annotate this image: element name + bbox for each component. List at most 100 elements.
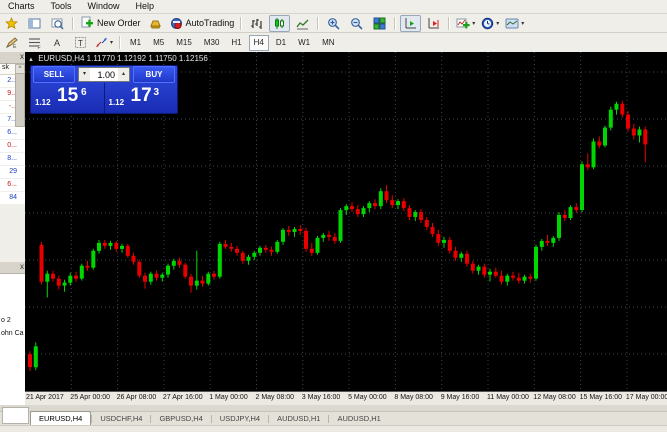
autotrading-button[interactable]: AutoTrading xyxy=(168,15,237,32)
market-watch-titlebar[interactable]: x xyxy=(0,52,25,64)
chart-shift-button[interactable] xyxy=(423,15,444,32)
navigator-tree-item[interactable]: ohn Ca xyxy=(0,327,25,340)
navigator-tree: o 2ohn Ca xyxy=(0,314,25,340)
market-watch-panel: x sk ^ 2...9...-...7...6...0...8...296..… xyxy=(0,52,25,205)
market-watch-row[interactable]: 84 xyxy=(0,192,25,205)
candlestick-chart-icon xyxy=(273,17,286,30)
time-axis[interactable]: 21 Apr 201725 Apr 00:0026 Apr 08:0027 Ap… xyxy=(25,391,667,406)
volume-value[interactable]: 1.00 xyxy=(90,70,118,80)
arrows-tool-button[interactable]: ▾ xyxy=(93,34,115,51)
time-axis-label: 9 May 16:00 xyxy=(441,394,480,401)
close-icon[interactable]: x xyxy=(20,52,24,62)
close-icon[interactable]: x xyxy=(20,262,24,272)
volume-decrease-icon[interactable]: ▾ xyxy=(79,68,90,81)
panel-collapse-icon[interactable]: ▲ xyxy=(28,57,34,63)
time-axis-label: 17 May 00:00 xyxy=(626,394,667,401)
time-axis-label: 11 May 00:00 xyxy=(487,394,529,401)
menu-tools[interactable]: Tools xyxy=(43,0,80,13)
chart-ohlc-text: EURUSD,H4 1.11770 1.12192 1.11750 1.1215… xyxy=(38,54,208,63)
svg-text:F: F xyxy=(38,45,41,49)
timeframe-w1-button[interactable]: W1 xyxy=(293,35,315,51)
timeframe-m15-button[interactable]: M15 xyxy=(171,35,197,51)
sell-button[interactable]: SELL xyxy=(33,66,75,83)
market-watch-row[interactable]: 0... xyxy=(0,140,25,153)
profiles-window-button[interactable] xyxy=(24,15,45,32)
auto-scroll-button[interactable] xyxy=(400,15,421,32)
toolbar-separator xyxy=(317,17,319,30)
market-watch-row[interactable]: 6... xyxy=(0,127,25,140)
templates-button[interactable]: ▾ xyxy=(503,15,526,32)
timeframe-m30-button[interactable]: M30 xyxy=(199,35,225,51)
timeframe-m5-button[interactable]: M5 xyxy=(148,35,169,51)
navigator-panel: x o 2ohn Ca xyxy=(0,262,25,405)
docked-panels-strip: x sk ^ 2...9...-...7...6...0...8...296..… xyxy=(0,52,26,405)
svg-text:A: A xyxy=(54,38,60,48)
timeframe-m1-button[interactable]: M1 xyxy=(125,35,146,51)
volume-stepper[interactable]: ▾ 1.00 ▴ xyxy=(78,67,130,82)
new-order-icon xyxy=(80,16,94,30)
time-axis-label: 26 Apr 08:00 xyxy=(117,394,157,401)
toolbar-separator xyxy=(394,17,396,30)
chart-tab-usdjpy-h4[interactable]: USDJPY,H4 xyxy=(212,412,268,425)
market-watch-row[interactable]: 8... xyxy=(0,153,25,166)
text-label-button[interactable]: T xyxy=(70,34,91,51)
navigator-titlebar[interactable]: x xyxy=(0,262,25,274)
line-chart-button[interactable] xyxy=(292,15,313,32)
zoom-out-icon xyxy=(350,17,363,30)
sell-price-prefix: 1.12 xyxy=(35,98,51,107)
buy-price[interactable]: 1.12 17 3 xyxy=(105,83,178,113)
time-axis-label: 2 May 08:00 xyxy=(256,394,295,401)
menu-help[interactable]: Help xyxy=(128,0,163,13)
zoom-out-button[interactable] xyxy=(346,15,367,32)
menu-charts[interactable]: Charts xyxy=(0,0,43,13)
chevron-down-icon[interactable]: ▾ xyxy=(472,20,475,27)
chevron-down-icon[interactable]: ▾ xyxy=(496,20,499,27)
time-axis-label: 25 Apr 00:00 xyxy=(70,394,110,401)
chart-tab-usdchf-h4[interactable]: USDCHF,H4 xyxy=(92,412,150,425)
crosshair-pencil-button[interactable]: E xyxy=(1,34,22,51)
indicators-button[interactable]: ▾ xyxy=(454,15,477,32)
navigator-tree-item[interactable]: o 2 xyxy=(0,314,25,327)
new-order-button[interactable]: New Order xyxy=(78,15,143,32)
sell-price-point: 6 xyxy=(81,87,87,98)
chart-tab-gbpusd-h4[interactable]: GBPUSD,H4 xyxy=(151,412,210,425)
chevron-down-icon[interactable]: ▾ xyxy=(521,20,524,27)
menu-window[interactable]: Window xyxy=(80,0,128,13)
timeframe-mn-button[interactable]: MN xyxy=(317,35,339,51)
timeframe-d1-button[interactable]: D1 xyxy=(271,35,291,51)
metaeditor-button[interactable] xyxy=(145,15,166,32)
text-tool-button[interactable]: A xyxy=(47,34,68,51)
chart-tab-audusd-h1[interactable]: AUDUSD,H1 xyxy=(269,412,328,425)
market-watch-row[interactable]: 29 xyxy=(0,166,25,179)
new-order-label: New Order xyxy=(97,18,141,28)
periods-icon xyxy=(481,17,494,30)
scrollbar-thumb[interactable] xyxy=(15,73,25,127)
toolbar-separator xyxy=(240,17,242,30)
indicators-icon xyxy=(456,17,470,30)
mt4-window: ChartsToolsWindowHelp New Order AutoTradi… xyxy=(0,0,667,432)
chevron-down-icon[interactable]: ▾ xyxy=(110,39,113,46)
zoom-in-button[interactable] xyxy=(323,15,344,32)
star-button[interactable] xyxy=(1,15,22,32)
sell-price-pips: 15 xyxy=(57,85,78,107)
profiles-window-icon xyxy=(28,17,41,30)
templates-icon xyxy=(505,17,519,30)
timeframe-h1-button[interactable]: H1 xyxy=(226,35,246,51)
data-window-button[interactable] xyxy=(47,15,68,32)
chart-tab-eurusd-h4[interactable]: EURUSD,H4 xyxy=(30,411,91,425)
periods-button[interactable]: ▾ xyxy=(479,15,501,32)
market-watch-row[interactable]: 6... xyxy=(0,179,25,192)
bar-chart-button[interactable] xyxy=(246,15,267,32)
time-axis-label: 27 Apr 16:00 xyxy=(163,394,203,401)
toolbar-separator xyxy=(448,17,450,30)
volume-increase-icon[interactable]: ▴ xyxy=(118,68,129,81)
tile-windows-button[interactable] xyxy=(369,15,390,32)
sell-price[interactable]: 1.12 15 6 xyxy=(31,83,105,113)
candlestick-chart-button[interactable] xyxy=(269,15,290,32)
horizontal-lines-button[interactable]: F xyxy=(24,34,45,51)
menu-bar: ChartsToolsWindowHelp xyxy=(0,0,667,14)
buy-button[interactable]: BUY xyxy=(133,66,175,83)
chart-tab-audusd-h1[interactable]: AUDUSD,H1 xyxy=(329,412,388,425)
text-label-icon: T xyxy=(74,36,87,49)
timeframe-h4-button[interactable]: H4 xyxy=(249,35,269,51)
